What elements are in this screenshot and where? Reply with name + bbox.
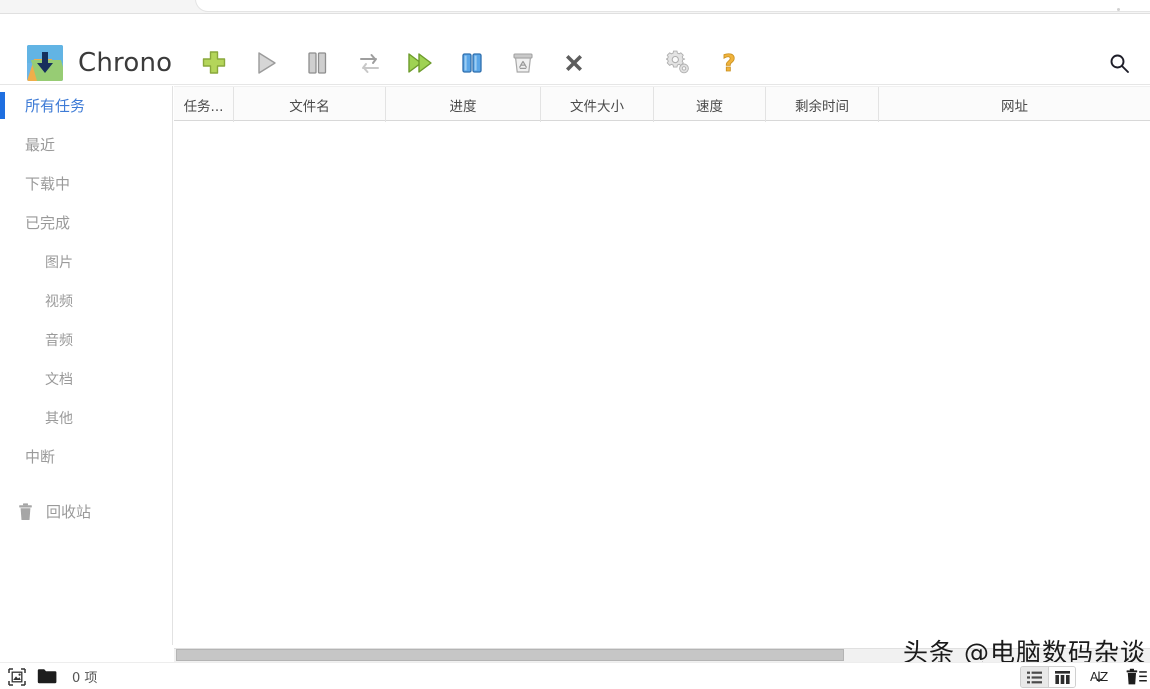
sidebar-item-6[interactable]: 音频 bbox=[0, 320, 172, 359]
sidebar-item-label: 图片 bbox=[45, 252, 73, 272]
chrono-download-manager-window: Chrono bbox=[0, 0, 1150, 689]
sidebar-spacer bbox=[0, 476, 172, 492]
sidebar-item-label: 其他 bbox=[45, 408, 73, 428]
play-icon bbox=[253, 50, 279, 76]
sidebar-item-label: 已完成 bbox=[25, 212, 70, 233]
toolbar-pause-all-button[interactable] bbox=[449, 40, 495, 86]
browser-chrome-strip bbox=[0, 0, 1150, 13]
sidebar-item-2[interactable]: 下载中 bbox=[0, 164, 172, 203]
list-icon bbox=[1027, 671, 1042, 684]
clear-list-button[interactable] bbox=[1126, 668, 1148, 686]
folder-icon[interactable] bbox=[37, 668, 57, 685]
toolbar-pause-button[interactable] bbox=[294, 40, 340, 86]
task-table: 任务...文件名进度文件大小速度剩余时间网址 bbox=[174, 86, 1150, 645]
sidebar-item-9[interactable]: 中断 bbox=[0, 437, 172, 476]
chrono-download-logo-icon bbox=[27, 45, 63, 81]
horizontal-scrollbar-thumb[interactable] bbox=[176, 649, 844, 661]
view-mode-toggle bbox=[1020, 666, 1076, 688]
question-mark-icon: ? bbox=[717, 50, 741, 76]
gear-icon bbox=[666, 50, 692, 76]
sidebar-item-0[interactable]: 所有任务 bbox=[0, 86, 172, 125]
status-bar-right: A Z bbox=[1020, 666, 1150, 688]
fast-forward-icon bbox=[406, 50, 434, 76]
refresh-icon bbox=[356, 50, 383, 77]
table-column-header-0[interactable]: 任务... bbox=[174, 87, 234, 122]
sidebar-item-label: 视频 bbox=[45, 291, 73, 311]
table-column-header-4[interactable]: 速度 bbox=[654, 87, 766, 122]
svg-text:A: A bbox=[1090, 670, 1099, 684]
main-toolbar: Chrono bbox=[0, 14, 1150, 85]
app-brand: Chrono bbox=[27, 45, 172, 81]
sidebar-item-label: 中断 bbox=[25, 446, 55, 467]
status-item-count: 0 项 bbox=[72, 667, 97, 686]
app-title: Chrono bbox=[78, 48, 172, 78]
image-preview-icon[interactable] bbox=[8, 668, 26, 686]
list-view-button[interactable] bbox=[1021, 667, 1048, 687]
trash-icon bbox=[18, 503, 33, 521]
sidebar-item-4[interactable]: 图片 bbox=[0, 242, 172, 281]
toolbar-start-all-button[interactable] bbox=[397, 40, 443, 86]
toolbar-restart-button[interactable] bbox=[346, 40, 392, 86]
svg-text:?: ? bbox=[722, 51, 735, 76]
sidebar-item-7[interactable]: 文档 bbox=[0, 359, 172, 398]
sidebar-nav-list: 所有任务最近下载中已完成图片视频音频文档其他中断 bbox=[0, 86, 172, 476]
sidebar-recycle-bin-label: 回收站 bbox=[46, 501, 91, 522]
sidebar-item-label: 所有任务 bbox=[25, 95, 85, 116]
detail-view-button[interactable] bbox=[1048, 667, 1075, 687]
table-column-header-1[interactable]: 文件名 bbox=[234, 87, 386, 122]
toolbar-help-button[interactable]: ? bbox=[706, 40, 752, 86]
browser-strip-dot bbox=[1117, 8, 1120, 11]
plus-icon bbox=[201, 50, 227, 76]
task-table-body[interactable] bbox=[174, 121, 1150, 645]
svg-text:Z: Z bbox=[1100, 670, 1108, 684]
columns-icon bbox=[1055, 671, 1070, 684]
search-icon bbox=[1108, 52, 1130, 74]
toolbar-add-task-button[interactable] bbox=[191, 40, 237, 86]
pause-icon bbox=[304, 50, 330, 76]
sort-az-icon: A Z bbox=[1089, 668, 1113, 686]
table-column-header-2[interactable]: 进度 bbox=[386, 87, 541, 122]
sidebar-item-label: 下载中 bbox=[25, 173, 70, 194]
sidebar-item-recycle-bin[interactable]: 回收站 bbox=[0, 492, 172, 531]
toolbar-recycle-button[interactable] bbox=[500, 40, 546, 86]
task-table-header-row: 任务...文件名进度文件大小速度剩余时间网址 bbox=[174, 86, 1150, 121]
sidebar-item-8[interactable]: 其他 bbox=[0, 398, 172, 437]
sidebar-item-label: 最近 bbox=[25, 134, 55, 155]
status-bar-left: 0 项 bbox=[8, 667, 97, 686]
pause-all-icon bbox=[459, 50, 485, 76]
toolbar-delete-button[interactable] bbox=[551, 40, 597, 86]
sidebar: 所有任务最近下载中已完成图片视频音频文档其他中断 回收站 bbox=[0, 86, 173, 645]
trash-list-icon bbox=[1126, 668, 1148, 686]
sidebar-item-label: 音频 bbox=[45, 330, 73, 350]
status-bar: 0 项 bbox=[0, 662, 1150, 689]
sort-az-button[interactable]: A Z bbox=[1089, 668, 1113, 686]
sidebar-item-label: 文档 bbox=[45, 369, 73, 389]
browser-omnibox[interactable] bbox=[195, 0, 1150, 12]
sidebar-item-3[interactable]: 已完成 bbox=[0, 203, 172, 242]
table-column-header-3[interactable]: 文件大小 bbox=[541, 87, 654, 122]
table-column-header-5[interactable]: 剩余时间 bbox=[766, 87, 879, 122]
toolbar-settings-button[interactable] bbox=[656, 40, 702, 86]
sidebar-active-indicator bbox=[0, 92, 5, 119]
sidebar-item-5[interactable]: 视频 bbox=[0, 281, 172, 320]
toolbar-search-button[interactable] bbox=[1102, 46, 1136, 80]
recycle-bin-icon bbox=[510, 50, 536, 76]
toolbar-start-button[interactable] bbox=[243, 40, 289, 86]
table-column-header-6[interactable]: 网址 bbox=[879, 87, 1150, 122]
sidebar-item-1[interactable]: 最近 bbox=[0, 125, 172, 164]
close-x-icon bbox=[561, 50, 587, 76]
